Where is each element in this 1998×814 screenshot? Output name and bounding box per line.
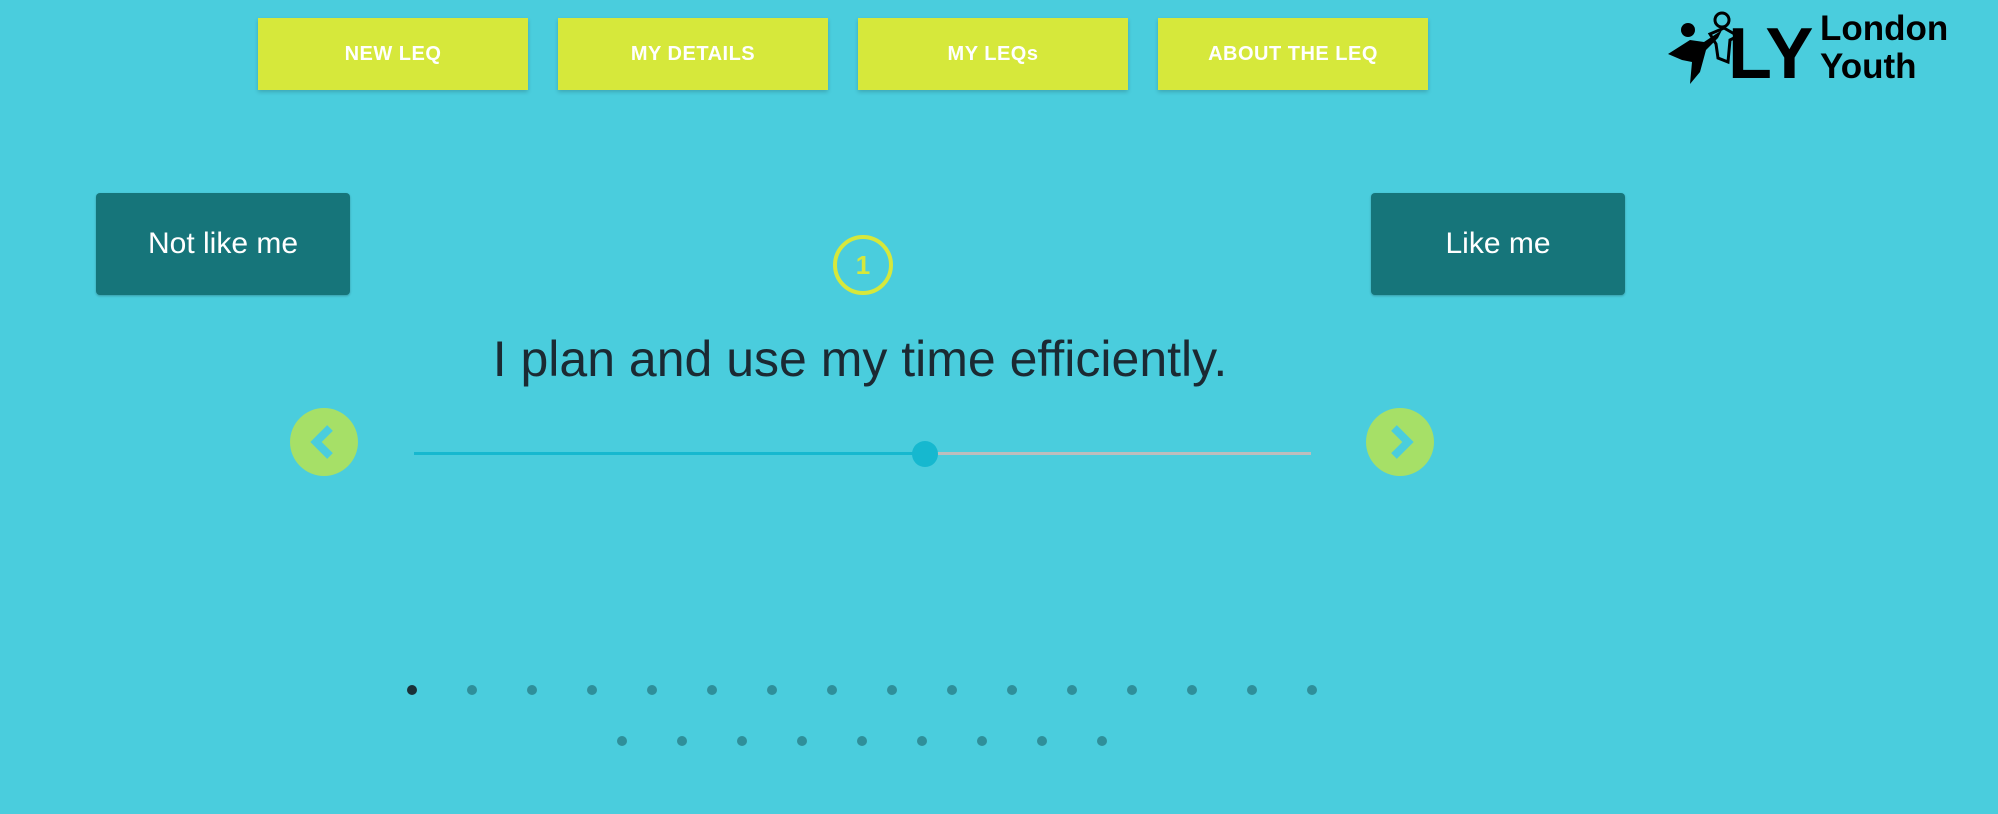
- pagination-dot[interactable]: [587, 685, 597, 695]
- pagination-dot[interactable]: [617, 736, 627, 746]
- pagination-dot[interactable]: [857, 736, 867, 746]
- pagination-dot[interactable]: [707, 685, 717, 695]
- pagination-dot[interactable]: [737, 736, 747, 746]
- slider-track-empty[interactable]: [925, 452, 1311, 455]
- pagination-dot[interactable]: [1067, 685, 1077, 695]
- pagination-dot[interactable]: [947, 685, 957, 695]
- pagination-dot[interactable]: [1097, 736, 1107, 746]
- pagination-dot[interactable]: [1187, 685, 1197, 695]
- logo-name-line2: Youth: [1820, 47, 1917, 86]
- pagination-dot[interactable]: [887, 685, 897, 695]
- pagination-dot[interactable]: [827, 685, 837, 695]
- previous-question-button[interactable]: [290, 408, 358, 476]
- logo-name: London Youth: [1820, 10, 1948, 86]
- pagination-dot[interactable]: [407, 685, 417, 695]
- nav-button-my-leqs[interactable]: MY LEQs: [858, 18, 1128, 90]
- nav-button-new-leq[interactable]: NEW LEQ: [258, 18, 528, 90]
- nav-button-about-the-leq[interactable]: ABOUT THE LEQ: [1158, 18, 1428, 90]
- pagination-dot[interactable]: [977, 736, 987, 746]
- pagination-dot[interactable]: [677, 736, 687, 746]
- london-youth-logo[interactable]: LY London Youth: [1660, 10, 1970, 94]
- chevron-right-icon: [1391, 425, 1414, 459]
- pagination-dot[interactable]: [1247, 685, 1257, 695]
- pagination-dot[interactable]: [797, 736, 807, 746]
- pagination-dot[interactable]: [527, 685, 537, 695]
- pagination-dot[interactable]: [1127, 685, 1137, 695]
- logo-name-line1: London: [1820, 9, 1949, 48]
- like-me-button[interactable]: Like me: [1371, 193, 1625, 295]
- pagination-dot[interactable]: [767, 685, 777, 695]
- next-question-button[interactable]: [1366, 408, 1434, 476]
- question-number-badge: 1: [833, 235, 893, 295]
- pagination-dot[interactable]: [647, 685, 657, 695]
- chevron-left-icon: [310, 425, 333, 459]
- slider-track-filled[interactable]: [414, 452, 926, 455]
- pagination-dot[interactable]: [1007, 685, 1017, 695]
- pagination-dot[interactable]: [467, 685, 477, 695]
- logo-initials: LY: [1728, 14, 1813, 90]
- not-like-me-button[interactable]: Not like me: [96, 193, 350, 295]
- pagination-dot[interactable]: [1307, 685, 1317, 695]
- question-text: I plan and use my time efficiently.: [492, 331, 1228, 387]
- nav-button-my-details[interactable]: MY DETAILS: [558, 18, 828, 90]
- slider-thumb[interactable]: [912, 441, 939, 467]
- logo-figures-icon: LY: [1668, 11, 1813, 94]
- pagination-dot[interactable]: [1037, 736, 1047, 746]
- pagination-dot[interactable]: [917, 736, 927, 746]
